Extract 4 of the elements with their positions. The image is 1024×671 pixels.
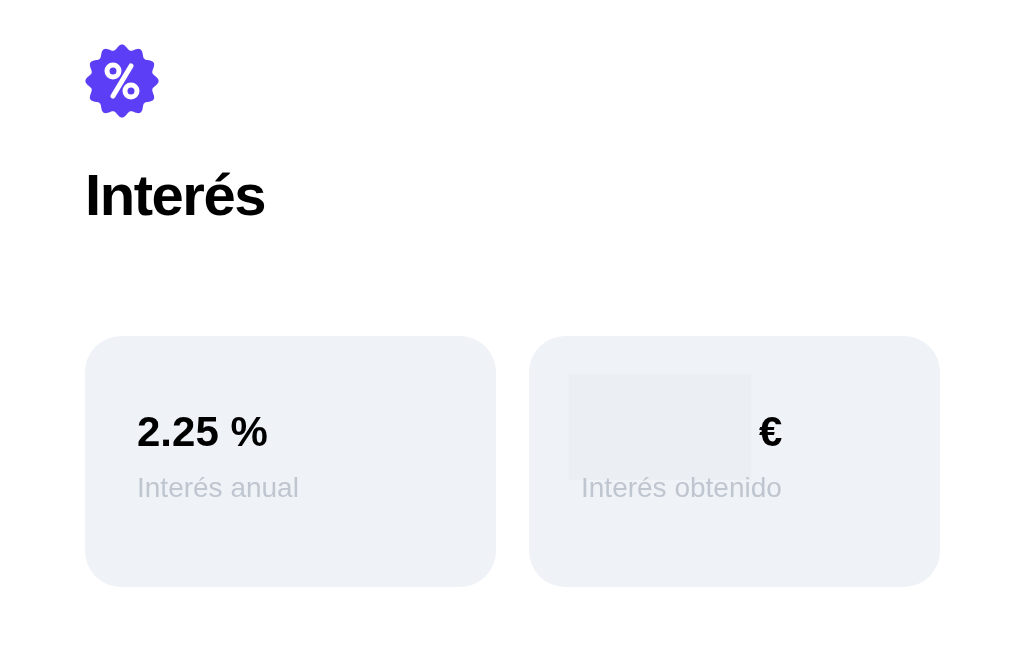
percent-badge-icon bbox=[85, 44, 159, 118]
stat-value: € bbox=[759, 411, 783, 453]
stat-value: 2.25 % bbox=[137, 411, 268, 453]
page-title: Interés bbox=[85, 166, 267, 224]
